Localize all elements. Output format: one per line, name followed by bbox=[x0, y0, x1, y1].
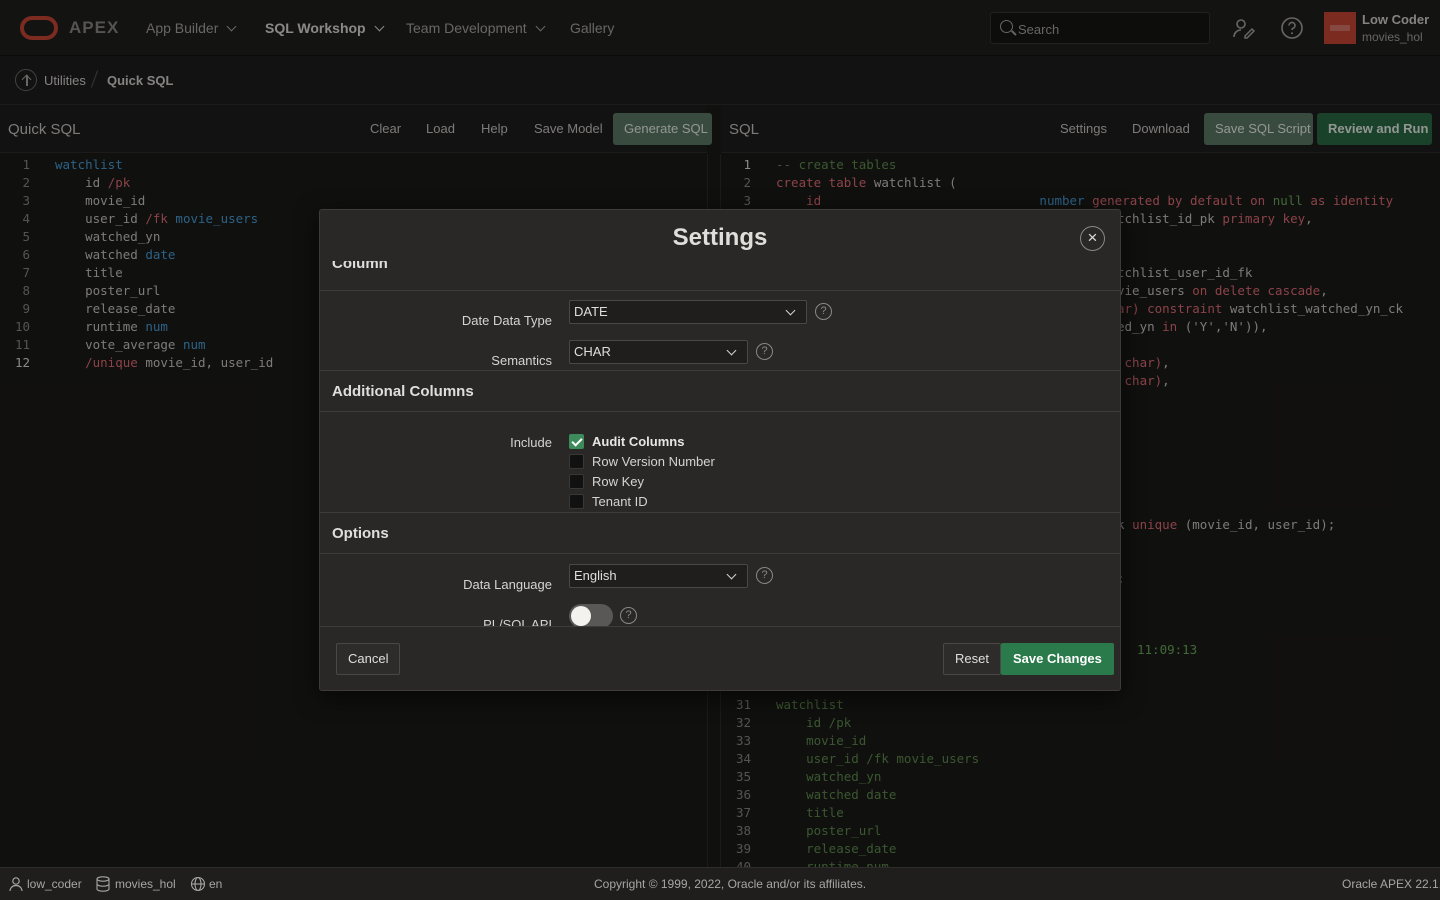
semantics-select[interactable]: CHAR bbox=[569, 340, 748, 364]
help-icon[interactable]: ? bbox=[756, 567, 773, 584]
user-icon bbox=[9, 877, 23, 892]
row-version-number-checkbox[interactable] bbox=[569, 454, 584, 469]
audit-columns-label[interactable]: Audit Columns bbox=[592, 434, 684, 449]
section-divider bbox=[320, 290, 1120, 291]
settings-dialog: Settings × Column Date Data Type DATE ? … bbox=[319, 209, 1121, 691]
dialog-footer: Cancel Reset Save Changes bbox=[320, 626, 1120, 690]
row-key-label[interactable]: Row Key bbox=[592, 474, 644, 489]
section-additional-columns: Additional Columns bbox=[320, 370, 1120, 412]
cancel-button[interactable]: Cancel bbox=[336, 643, 401, 675]
footer-user[interactable]: low_coder bbox=[27, 877, 82, 891]
chevron-down-icon bbox=[726, 569, 737, 580]
footer-version: Oracle APEX 22.1.3 bbox=[1342, 877, 1440, 891]
tenant-id-checkbox[interactable] bbox=[569, 494, 584, 509]
row-version-number-label[interactable]: Row Version Number bbox=[592, 454, 715, 469]
help-icon[interactable]: ? bbox=[756, 343, 773, 360]
footer-schema[interactable]: movies_hol bbox=[115, 877, 176, 891]
reset-button[interactable]: Reset bbox=[943, 643, 1001, 675]
chevron-down-icon bbox=[726, 345, 737, 356]
save-changes-button[interactable]: Save Changes bbox=[1001, 643, 1114, 675]
footer-copyright: Copyright © 1999, 2022, Oracle and/or it… bbox=[594, 877, 867, 891]
dialog-scroll-body[interactable]: Column Date Data Type DATE ? Semantics C… bbox=[320, 258, 1120, 626]
date-data-type-select[interactable]: DATE bbox=[569, 300, 807, 324]
status-footer: low_coder movies_hol en Copyright © 1999… bbox=[0, 867, 1440, 900]
close-icon[interactable]: × bbox=[1080, 226, 1105, 251]
date-data-type-label: Date Data Type bbox=[461, 313, 552, 328]
plsql-api-label: PL/SQL API bbox=[483, 617, 552, 626]
semantics-label: Semantics bbox=[491, 353, 552, 368]
help-icon[interactable]: ? bbox=[815, 303, 832, 320]
data-language-select[interactable]: English bbox=[569, 564, 748, 588]
help-icon[interactable]: ? bbox=[620, 607, 637, 624]
chevron-down-icon bbox=[785, 305, 796, 316]
data-language-label: Data Language bbox=[463, 577, 552, 592]
section-column-heading: Column bbox=[332, 261, 388, 271]
database-icon bbox=[96, 876, 110, 892]
section-options: Options bbox=[320, 512, 1120, 554]
audit-columns-checkbox[interactable] bbox=[569, 434, 584, 449]
plsql-api-toggle[interactable] bbox=[569, 604, 613, 626]
include-label: Include bbox=[510, 435, 552, 450]
tenant-id-label[interactable]: Tenant ID bbox=[592, 494, 648, 509]
footer-language[interactable]: en bbox=[209, 877, 222, 891]
globe-icon bbox=[190, 876, 206, 892]
dialog-title: Settings bbox=[672, 224, 768, 251]
row-key-checkbox[interactable] bbox=[569, 474, 584, 489]
